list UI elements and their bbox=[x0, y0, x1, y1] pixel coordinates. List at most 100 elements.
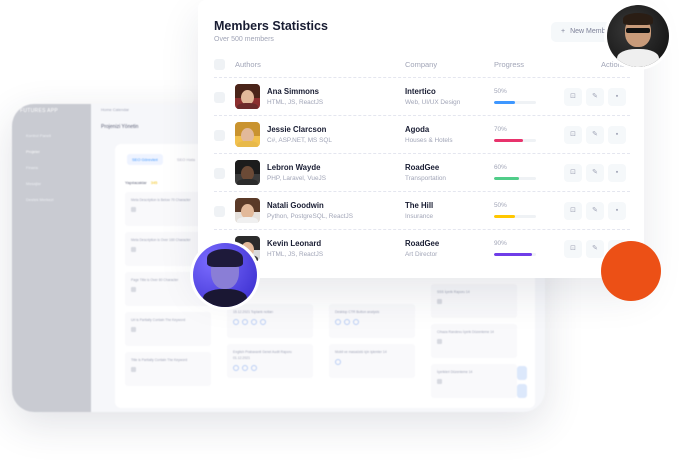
bg-task-text: Url is Partially Contain The Keyword bbox=[131, 318, 186, 322]
company-department: Insurance bbox=[405, 213, 434, 220]
edit-icon[interactable]: ✎ bbox=[586, 126, 604, 144]
progress-percent: 50% bbox=[494, 88, 507, 95]
author-skills: PHP, Laravel, VueJS bbox=[267, 175, 326, 182]
row-checkbox[interactable] bbox=[214, 168, 225, 179]
bg-task-text: English Prabaxanti Genel Audit Raporu 01… bbox=[233, 350, 292, 360]
progress-bar bbox=[494, 177, 536, 180]
author-name[interactable]: Jessie Clarcson bbox=[267, 125, 326, 134]
col-company: Company bbox=[405, 60, 438, 69]
bg-task-text: 15.12.2021 Toplantı notları bbox=[233, 310, 274, 314]
bg-column: SSS İçerik Raporu 14 Cihaza Randevu İçer… bbox=[431, 284, 517, 404]
author-avatar bbox=[235, 84, 260, 109]
toggle-icon[interactable]: ⊡ bbox=[564, 202, 582, 220]
edit-icon[interactable]: ✎ bbox=[586, 88, 604, 106]
bg-avatars bbox=[335, 359, 409, 365]
progress-bar-fill bbox=[494, 215, 515, 218]
bg-menu-item: Destek Merkezi bbox=[26, 197, 54, 202]
author-name[interactable]: Kevin Leonard bbox=[267, 239, 321, 248]
table-row: Jessie Clarcson C#, ASP.NET, MS SQL Agod… bbox=[214, 115, 630, 153]
bg-task: English Prabaxanti Genel Audit Raporu 01… bbox=[227, 344, 313, 378]
bg-task-icon bbox=[437, 339, 442, 344]
table-row: Ana Simmons HTML, JS, ReactJS Intertico … bbox=[214, 77, 630, 115]
bg-task: SSS İçerik Raporu 14 bbox=[431, 284, 517, 318]
table-row: Lebron Wayde PHP, Laravel, VueJS RoadGee… bbox=[214, 153, 630, 191]
author-skills: C#, ASP.NET, MS SQL bbox=[267, 137, 332, 144]
row-checkbox[interactable] bbox=[214, 92, 225, 103]
delete-icon[interactable]: ▪ bbox=[608, 202, 626, 220]
bg-task-icon bbox=[437, 299, 442, 304]
bg-task-text: Meta Description is Over 160 Character bbox=[131, 238, 191, 242]
progress-bar bbox=[494, 101, 536, 104]
bg-task: İçerikleri Düzenleme 14 bbox=[431, 364, 517, 398]
progress-percent: 90% bbox=[494, 240, 507, 247]
members-statistics-card: Members Statistics Over 500 members + New… bbox=[198, 0, 661, 278]
delete-icon[interactable]: ▪ bbox=[608, 164, 626, 182]
bg-task-icon bbox=[131, 247, 136, 252]
progress-percent: 60% bbox=[494, 164, 507, 171]
table-row: Kevin Leonard HTML, JS, ReactJS RoadGee … bbox=[214, 229, 630, 267]
edit-icon[interactable]: ✎ bbox=[586, 202, 604, 220]
company-name[interactable]: RoadGee bbox=[405, 239, 439, 248]
progress-bar bbox=[494, 215, 536, 218]
bg-breadcrumb: Home Calendar bbox=[101, 107, 130, 112]
toggle-icon[interactable]: ⊡ bbox=[564, 126, 582, 144]
bg-tabs: SEO Görevleri SEO Hata bbox=[127, 154, 208, 165]
author-skills: HTML, JS, ReactJS bbox=[267, 251, 324, 258]
author-name[interactable]: Ana Simmons bbox=[267, 87, 319, 96]
bg-menu-item: Kontrol Paneli bbox=[26, 133, 51, 138]
bg-column: Desktop CTR Button analysis Mobil ve mas… bbox=[329, 304, 415, 384]
card-title: Members Statistics bbox=[214, 19, 328, 33]
author-name[interactable]: Natali Goodwin bbox=[267, 201, 324, 210]
delete-icon[interactable]: ▪ bbox=[608, 126, 626, 144]
bg-task-text: Cihaza Randevu İçerik Düzenleme 14 bbox=[437, 330, 494, 334]
table-header: Authors Company Progress Actions bbox=[214, 58, 630, 72]
progress-percent: 70% bbox=[494, 126, 507, 133]
row-checkbox[interactable] bbox=[214, 130, 225, 141]
company-name[interactable]: Agoda bbox=[405, 125, 429, 134]
bg-task: Title is Partially Contain The Keyword bbox=[125, 352, 211, 386]
select-all-checkbox[interactable] bbox=[214, 59, 225, 70]
bg-task-icon bbox=[131, 327, 136, 332]
company-name[interactable]: Intertico bbox=[405, 87, 436, 96]
bg-task-text: Mobil ve masaüstü için işlemler 14 bbox=[335, 350, 387, 354]
bg-menu-item: Finans bbox=[26, 165, 39, 170]
company-department: Art Director bbox=[405, 251, 438, 258]
author-skills: HTML, JS, ReactJS bbox=[267, 99, 324, 106]
delete-icon[interactable]: ▪ bbox=[608, 88, 626, 106]
edit-icon[interactable]: ✎ bbox=[586, 240, 604, 258]
bg-column-count: 345 bbox=[150, 180, 158, 185]
row-checkbox[interactable] bbox=[214, 206, 225, 217]
bg-task: Url is Partially Contain The Keyword bbox=[125, 312, 211, 346]
bg-task: Mobil ve masaüstü için işlemler 14 bbox=[329, 344, 415, 378]
bg-task-icon bbox=[131, 207, 136, 212]
company-name[interactable]: The Hill bbox=[405, 201, 433, 210]
background-sidebar: FUTURES APP Kontrol Paneli Projeler Fina… bbox=[12, 104, 91, 412]
col-authors: Authors bbox=[235, 60, 261, 69]
bg-task-text: SSS İçerik Raporu 14 bbox=[437, 290, 470, 294]
bg-column-title-text: Yapılacaklar bbox=[125, 180, 147, 185]
author-name[interactable]: Lebron Wayde bbox=[267, 163, 320, 172]
toggle-icon[interactable]: ⊡ bbox=[564, 240, 582, 258]
floating-avatar-man bbox=[604, 2, 672, 70]
toggle-icon[interactable]: ⊡ bbox=[564, 88, 582, 106]
bg-task-text: Title is Partially Contain The Keyword bbox=[131, 358, 188, 362]
toggle-icon[interactable]: ⊡ bbox=[564, 164, 582, 182]
company-department: Web, UI/UX Design bbox=[405, 99, 461, 106]
table-row: Natali Goodwin Python, PostgreSQL, React… bbox=[214, 191, 630, 229]
bg-task: Desktop CTR Button analysis bbox=[329, 304, 415, 338]
company-department: Houses & Hotels bbox=[405, 137, 453, 144]
background-brand: FUTURES APP bbox=[20, 108, 59, 114]
bg-column-title: Yapılacaklar 345 bbox=[125, 180, 157, 185]
bg-column: 15.12.2021 Toplantı notları English Prab… bbox=[227, 304, 313, 384]
bg-avatars bbox=[335, 319, 409, 325]
edit-icon[interactable]: ✎ bbox=[586, 164, 604, 182]
background-menu: Kontrol Paneli Projeler Finans Mesajlar … bbox=[20, 128, 54, 208]
bg-task-icon bbox=[131, 287, 136, 292]
author-avatar bbox=[235, 122, 260, 147]
col-progress: Progress bbox=[494, 60, 525, 69]
bg-task-icon bbox=[437, 379, 442, 384]
company-department: Transportation bbox=[405, 175, 446, 182]
bg-task-text: Meta Description is Below 70 Character bbox=[131, 198, 191, 202]
decorative-orange-circle bbox=[601, 241, 661, 301]
company-name[interactable]: RoadGee bbox=[405, 163, 439, 172]
